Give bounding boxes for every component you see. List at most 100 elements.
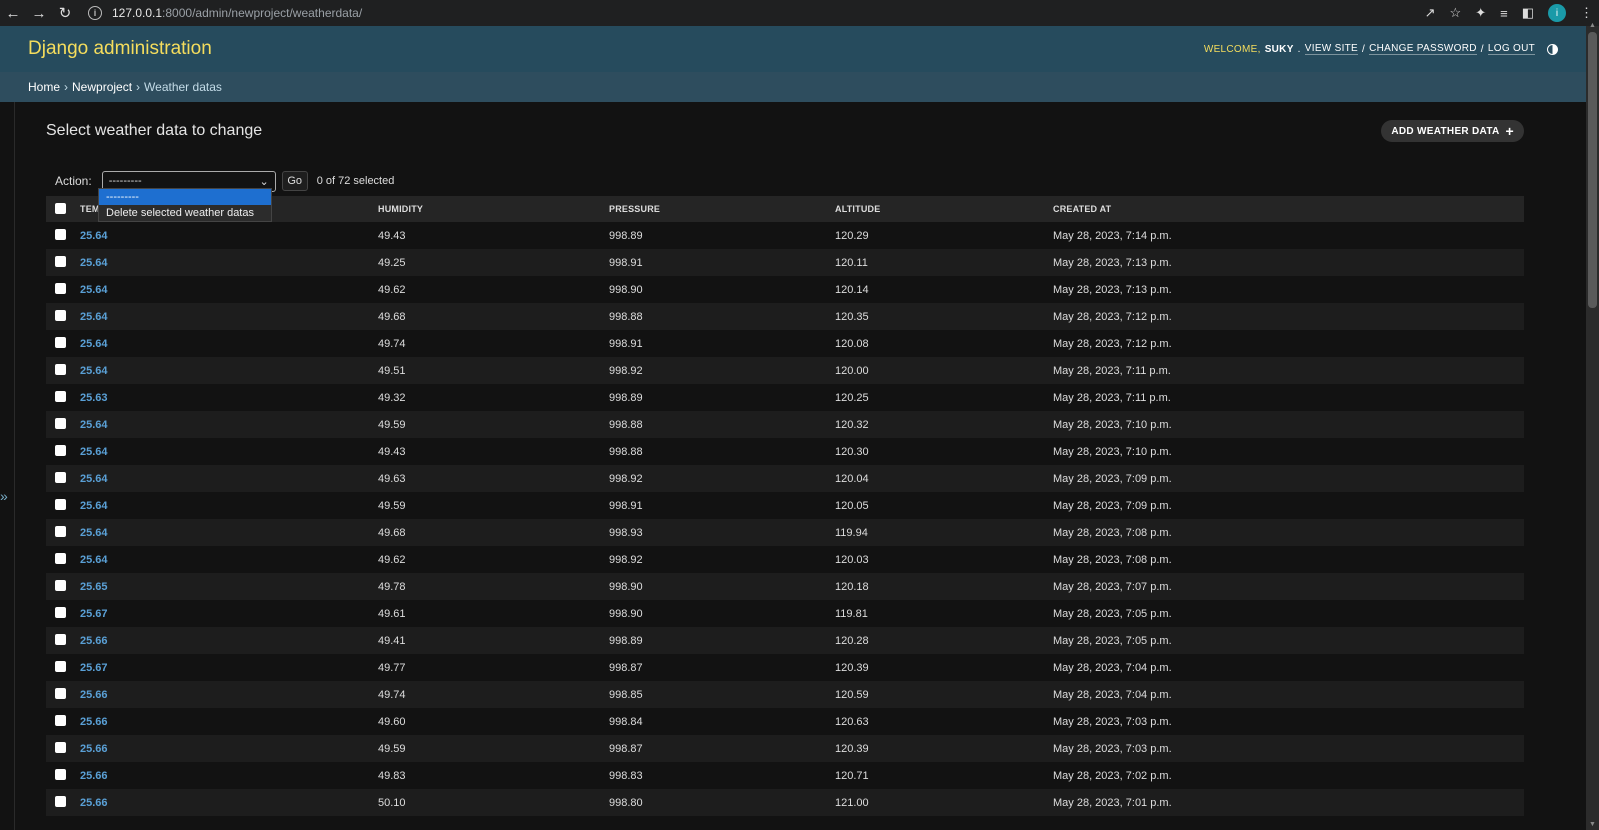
sidebar-toggle-icon[interactable]: » bbox=[0, 488, 8, 504]
row-link[interactable]: 25.65 bbox=[80, 581, 108, 593]
table-row: 25.65 49.78 998.90 120.18 May 28, 2023, 7:07… bbox=[46, 573, 1524, 600]
row-link[interactable]: 25.64 bbox=[80, 527, 108, 539]
browser-menu-icon[interactable]: ⋮ bbox=[1580, 5, 1593, 21]
row-select-cell bbox=[46, 357, 80, 384]
cell-created-at: May 28, 2023, 7:09 p.m. bbox=[1053, 465, 1524, 492]
row-checkbox[interactable] bbox=[55, 363, 66, 375]
row-link[interactable]: 25.66 bbox=[80, 770, 108, 782]
row-link[interactable]: 25.64 bbox=[80, 257, 108, 269]
row-link[interactable]: 25.67 bbox=[80, 608, 108, 620]
reload-icon[interactable]: ↻ bbox=[52, 0, 78, 26]
cell-temperature: 25.66 bbox=[80, 627, 378, 654]
row-checkbox[interactable] bbox=[55, 336, 66, 348]
row-checkbox[interactable] bbox=[55, 795, 66, 807]
row-link[interactable]: 25.64 bbox=[80, 419, 108, 431]
row-link[interactable]: 25.66 bbox=[80, 716, 108, 728]
page-scrollbar[interactable]: ▲ ▼ bbox=[1586, 22, 1599, 830]
column-header-altitude[interactable]: Altitude bbox=[835, 196, 1053, 222]
row-checkbox[interactable] bbox=[55, 633, 66, 645]
scroll-down-icon[interactable]: ▼ bbox=[1589, 821, 1596, 828]
row-link[interactable]: 25.64 bbox=[80, 446, 108, 458]
row-checkbox[interactable] bbox=[55, 579, 66, 591]
row-select-cell bbox=[46, 681, 80, 708]
row-link[interactable]: 25.64 bbox=[80, 473, 108, 485]
select-all-checkbox[interactable] bbox=[55, 202, 66, 214]
row-link[interactable]: 25.66 bbox=[80, 743, 108, 755]
row-checkbox[interactable] bbox=[55, 525, 66, 537]
address-bar[interactable]: i 127.0.0.1:8000/admin/newproject/weathe… bbox=[88, 2, 1388, 24]
row-select-cell bbox=[46, 600, 80, 627]
row-link[interactable]: 25.63 bbox=[80, 392, 108, 404]
row-checkbox[interactable] bbox=[55, 552, 66, 564]
row-link[interactable]: 25.64 bbox=[80, 365, 108, 377]
extensions-icon[interactable]: ✦ bbox=[1475, 5, 1486, 21]
sidebar-divider bbox=[14, 102, 15, 830]
cell-temperature: 25.63 bbox=[80, 384, 378, 411]
row-link[interactable]: 25.64 bbox=[80, 284, 108, 296]
column-header-humidity[interactable]: Humidity bbox=[378, 196, 609, 222]
cell-temperature: 25.67 bbox=[80, 600, 378, 627]
row-checkbox[interactable] bbox=[55, 660, 66, 672]
username: Suky bbox=[1264, 43, 1294, 55]
row-checkbox[interactable] bbox=[55, 606, 66, 618]
row-checkbox[interactable] bbox=[55, 282, 66, 294]
row-checkbox[interactable] bbox=[55, 417, 66, 429]
table-row: 25.64 49.51 998.92 120.00 May 28, 2023, 7:11… bbox=[46, 357, 1524, 384]
log-out-link[interactable]: Log out bbox=[1487, 43, 1535, 55]
site-brand[interactable]: Django administration bbox=[28, 38, 212, 60]
scrollbar-thumb[interactable] bbox=[1588, 32, 1597, 308]
row-link[interactable]: 25.66 bbox=[80, 635, 108, 647]
go-button[interactable]: Go bbox=[281, 171, 308, 191]
change-password-link[interactable]: Change password bbox=[1369, 43, 1477, 55]
row-checkbox[interactable] bbox=[55, 390, 66, 402]
row-checkbox[interactable] bbox=[55, 228, 66, 240]
row-checkbox[interactable] bbox=[55, 768, 66, 780]
action-option-empty[interactable]: --------- bbox=[99, 189, 271, 205]
cell-pressure: 998.80 bbox=[609, 789, 835, 816]
table-row: 25.66 49.60 998.84 120.63 May 28, 2023, 7:03… bbox=[46, 708, 1524, 735]
row-checkbox[interactable] bbox=[55, 471, 66, 483]
view-site-link[interactable]: View site bbox=[1304, 43, 1359, 55]
add-button-label: Add weather data bbox=[1391, 125, 1500, 137]
breadcrumb-app[interactable]: Newproject bbox=[72, 80, 132, 94]
bookmark-star-icon[interactable]: ☆ bbox=[1450, 5, 1462, 21]
row-link[interactable]: 25.64 bbox=[80, 500, 108, 512]
breadcrumb-home[interactable]: Home bbox=[28, 80, 60, 94]
site-info-icon[interactable]: i bbox=[88, 6, 102, 20]
cell-created-at: May 28, 2023, 7:02 p.m. bbox=[1053, 762, 1524, 789]
back-icon[interactable]: ← bbox=[0, 0, 26, 26]
row-link[interactable]: 25.64 bbox=[80, 554, 108, 566]
cell-pressure: 998.89 bbox=[609, 384, 835, 411]
row-checkbox[interactable] bbox=[55, 444, 66, 456]
profile-avatar[interactable]: i bbox=[1548, 4, 1566, 22]
add-weather-data-button[interactable]: Add weather data + bbox=[1381, 120, 1524, 142]
theme-toggle-icon[interactable] bbox=[1547, 43, 1558, 55]
table-body: 25.64 49.43 998.89 120.29 May 28, 2023, 7:14… bbox=[46, 222, 1524, 816]
table-row: 25.64 49.68 998.88 120.35 May 28, 2023, 7:12… bbox=[46, 303, 1524, 330]
row-link[interactable]: 25.64 bbox=[80, 230, 108, 242]
row-checkbox[interactable] bbox=[55, 498, 66, 510]
forward-icon[interactable]: → bbox=[26, 0, 52, 26]
row-link[interactable]: 25.67 bbox=[80, 662, 108, 674]
share-icon[interactable]: ↗ bbox=[1425, 5, 1436, 21]
cell-pressure: 998.91 bbox=[609, 492, 835, 519]
cell-created-at: May 28, 2023, 7:03 p.m. bbox=[1053, 708, 1524, 735]
cell-pressure: 998.92 bbox=[609, 546, 835, 573]
action-option-delete[interactable]: Delete selected weather datas bbox=[99, 205, 271, 221]
row-checkbox[interactable] bbox=[55, 309, 66, 321]
cell-temperature: 25.64 bbox=[80, 519, 378, 546]
scroll-up-icon[interactable]: ▲ bbox=[1589, 22, 1596, 29]
row-link[interactable]: 25.64 bbox=[80, 311, 108, 323]
column-header-created-at[interactable]: Created at bbox=[1053, 196, 1524, 222]
side-panel-icon[interactable]: ◧ bbox=[1522, 5, 1534, 21]
row-link[interactable]: 25.66 bbox=[80, 689, 108, 701]
row-checkbox[interactable] bbox=[55, 687, 66, 699]
column-header-pressure[interactable]: Pressure bbox=[609, 196, 835, 222]
row-link[interactable]: 25.64 bbox=[80, 338, 108, 350]
media-queue-icon[interactable]: ≡ bbox=[1500, 6, 1508, 21]
row-link[interactable]: 25.66 bbox=[80, 797, 108, 809]
cell-pressure: 998.93 bbox=[609, 519, 835, 546]
row-checkbox[interactable] bbox=[55, 255, 66, 267]
row-checkbox[interactable] bbox=[55, 741, 66, 753]
row-checkbox[interactable] bbox=[55, 714, 66, 726]
